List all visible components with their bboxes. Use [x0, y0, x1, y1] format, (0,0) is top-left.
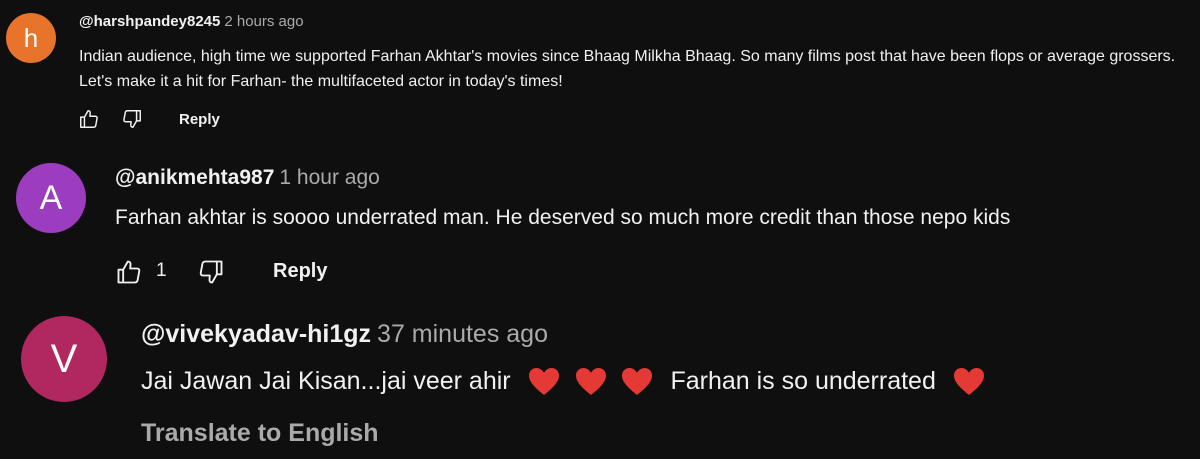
comment-author[interactable]: @vivekyadav-hi1gz — [141, 320, 371, 348]
comment-text: Indian audience, high time we supported … — [79, 48, 1176, 90]
dislike-button[interactable] — [197, 258, 225, 286]
avatar-letter: V — [50, 336, 78, 381]
thumbs-up-icon — [117, 260, 141, 284]
comment-time[interactable]: 37 minutes ago — [377, 320, 548, 348]
comment-text: Farhan akhtar is soooo underrated man. H… — [115, 206, 1011, 229]
reply-button[interactable]: Reply — [179, 111, 220, 128]
comment-header: @harshpandey8245 2 hours ago — [79, 13, 304, 30]
avatar[interactable]: h — [6, 13, 56, 63]
heart-emoji-icon — [528, 368, 559, 396]
like-count: 1 — [156, 260, 167, 281]
heart-emoji-icon — [575, 368, 606, 396]
comment-time[interactable]: 1 hour ago — [279, 166, 379, 189]
comment-text: Jai Jawan Jai Kisan...jai veer ahir Farh… — [141, 367, 985, 397]
thumbs-down-icon — [199, 260, 223, 284]
comment-header: @anikmehta987 1 hour ago — [115, 166, 380, 190]
comment-author[interactable]: @harshpandey8245 — [79, 13, 220, 30]
heart-emoji-icon — [953, 368, 984, 396]
comment-text-part: Farhan is so underrated — [670, 367, 936, 395]
comments-section: h @harshpandey8245 2 hours ago Indian aud… — [0, 0, 1200, 459]
comment-time[interactable]: 2 hours ago — [224, 13, 303, 30]
avatar-letter: h — [23, 22, 39, 53]
thumbs-up-icon — [80, 110, 98, 128]
like-button[interactable] — [78, 108, 100, 130]
dislike-button[interactable] — [121, 108, 143, 130]
avatar[interactable]: A — [16, 163, 86, 233]
reply-button[interactable]: Reply — [273, 260, 327, 283]
avatar-letter: A — [39, 178, 63, 217]
thumbs-down-icon — [123, 110, 141, 128]
comment-author[interactable]: @anikmehta987 — [115, 166, 274, 189]
like-button[interactable] — [115, 258, 143, 286]
comment-header: @vivekyadav-hi1gz 37 minutes ago — [141, 320, 548, 349]
avatar[interactable]: V — [21, 316, 107, 402]
comment-text-part: Jai Jawan Jai Kisan...jai veer ahir — [141, 367, 511, 395]
heart-emoji-icon — [622, 368, 653, 396]
translate-button[interactable]: Translate to English — [141, 419, 379, 448]
